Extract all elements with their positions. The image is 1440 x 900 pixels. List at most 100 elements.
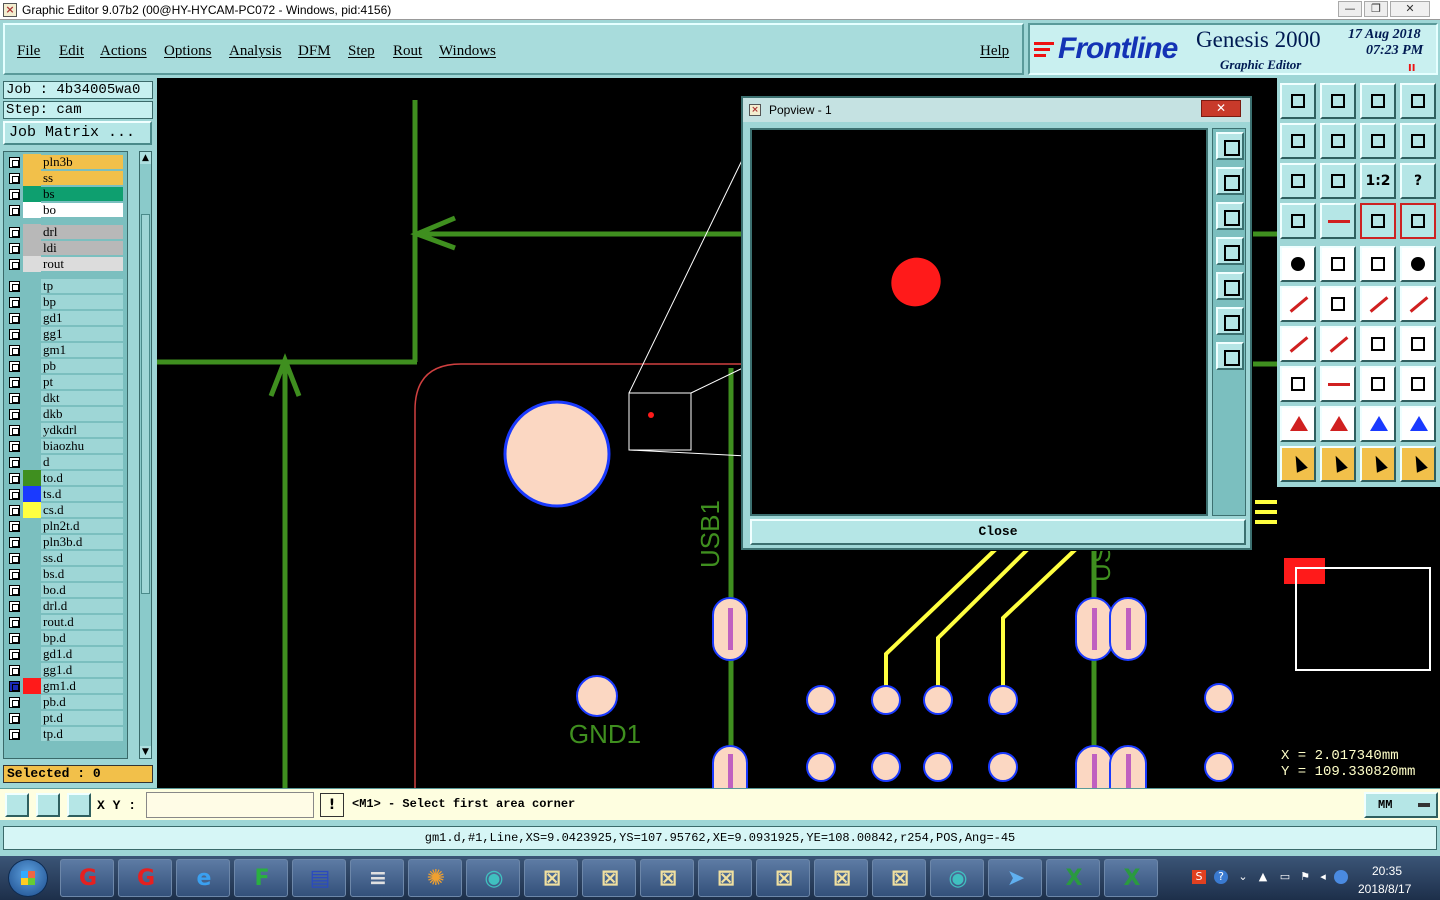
smd-pad[interactable] bbox=[806, 685, 836, 715]
start-button[interactable] bbox=[8, 859, 48, 897]
color-rect-icon[interactable] bbox=[1320, 246, 1356, 282]
dot-line-icon[interactable] bbox=[1360, 286, 1396, 322]
clock-time[interactable]: 20:35 bbox=[1372, 864, 1402, 878]
smd-pad[interactable] bbox=[1204, 683, 1234, 713]
layer-checkbox[interactable] bbox=[9, 473, 20, 484]
layer-row[interactable]: drl bbox=[4, 224, 127, 240]
taskbar-button[interactable]: G bbox=[118, 859, 172, 897]
layer-checkbox[interactable] bbox=[9, 377, 20, 388]
flip-icon[interactable] bbox=[1360, 123, 1396, 159]
app-tray-icon[interactable] bbox=[1334, 870, 1348, 884]
layer-checkbox[interactable] bbox=[9, 441, 20, 452]
black-circle-icon[interactable] bbox=[1400, 246, 1436, 282]
pointer-frame-icon[interactable] bbox=[1320, 446, 1356, 482]
layer-checkbox[interactable] bbox=[9, 345, 20, 356]
layer-row[interactable]: gd1 bbox=[4, 310, 127, 326]
menu-file[interactable]: File bbox=[17, 43, 40, 60]
layer-checkbox[interactable] bbox=[9, 649, 20, 660]
red-probe-icon[interactable] bbox=[1320, 203, 1356, 239]
layer-checkbox[interactable] bbox=[9, 633, 20, 644]
layer-checkbox[interactable] bbox=[9, 665, 20, 676]
horizontal-line-icon[interactable] bbox=[1320, 366, 1356, 402]
taskbar-button[interactable]: ➤ bbox=[988, 859, 1042, 897]
smd-pad[interactable] bbox=[988, 752, 1018, 782]
scroll-thumb[interactable] bbox=[141, 214, 150, 594]
taskbar-button[interactable]: ⊠ bbox=[524, 859, 578, 897]
volume-icon[interactable]: ◂ bbox=[1316, 870, 1330, 884]
layer-checkbox[interactable] bbox=[9, 157, 20, 168]
layer-checkbox[interactable] bbox=[9, 425, 20, 436]
layer-row[interactable]: bs.d bbox=[4, 566, 127, 582]
layer-checkbox[interactable] bbox=[9, 617, 20, 628]
snap-icon[interactable] bbox=[5, 793, 29, 817]
job-matrix-button[interactable]: Job Matrix ... bbox=[3, 121, 152, 145]
select-pad-icon[interactable] bbox=[1280, 246, 1316, 282]
layer-checkbox[interactable] bbox=[9, 393, 20, 404]
box-pad-icon[interactable] bbox=[1280, 366, 1316, 402]
popview-close-button[interactable]: Close bbox=[750, 519, 1246, 545]
grid-icon[interactable] bbox=[67, 793, 91, 817]
taskbar-button[interactable]: e bbox=[176, 859, 230, 897]
taskbar-button[interactable]: ⊠ bbox=[814, 859, 868, 897]
taskbar-button[interactable]: ◉ bbox=[466, 859, 520, 897]
triangle-small-icon[interactable] bbox=[1280, 406, 1316, 442]
smd-pad[interactable] bbox=[923, 752, 953, 782]
layer-checkbox[interactable] bbox=[9, 585, 20, 596]
menu-analysis[interactable]: Analysis bbox=[229, 43, 282, 60]
layer-checkbox[interactable] bbox=[9, 329, 20, 340]
taskbar-button[interactable]: ▤ bbox=[292, 859, 346, 897]
pointer-circle-icon[interactable] bbox=[1360, 446, 1396, 482]
layer-checkbox[interactable] bbox=[9, 537, 20, 548]
tray-expand-icon[interactable]: ▲ bbox=[1256, 870, 1270, 884]
menu-step[interactable]: Step bbox=[348, 43, 375, 60]
taskbar-button[interactable]: G bbox=[60, 859, 114, 897]
layer-row[interactable]: rout bbox=[4, 256, 127, 272]
layer-row[interactable]: rout.d bbox=[4, 614, 127, 630]
ime-icon[interactable]: S bbox=[1192, 870, 1206, 884]
taskbar-button[interactable]: ≡ bbox=[350, 859, 404, 897]
measure-icon[interactable] bbox=[36, 793, 60, 817]
move-right-icon[interactable] bbox=[1320, 123, 1356, 159]
help-icon[interactable]: ? bbox=[1400, 163, 1436, 199]
triangle-red-icon[interactable] bbox=[1320, 406, 1356, 442]
menu-rout[interactable]: Rout bbox=[393, 43, 422, 60]
xy-input[interactable] bbox=[146, 792, 314, 818]
smd-pad[interactable] bbox=[988, 685, 1018, 715]
path-icon[interactable] bbox=[1400, 446, 1436, 482]
popview-center-icon[interactable] bbox=[1216, 342, 1244, 370]
minimap[interactable] bbox=[1277, 485, 1440, 740]
menu-help[interactable]: Help bbox=[980, 43, 1009, 60]
dot-line-2-icon[interactable] bbox=[1400, 286, 1436, 322]
layer-row[interactable]: tp bbox=[4, 278, 127, 294]
smd-pad[interactable] bbox=[1204, 752, 1234, 782]
layer-row[interactable]: pln2t.d bbox=[4, 518, 127, 534]
layer-row[interactable]: gm1 bbox=[4, 342, 127, 358]
move-down-icon[interactable] bbox=[1320, 83, 1356, 119]
taskbar-button[interactable]: F bbox=[234, 859, 288, 897]
taskbar-button[interactable]: ⊠ bbox=[872, 859, 926, 897]
layer-checkbox[interactable] bbox=[9, 729, 20, 740]
smd-pad[interactable] bbox=[923, 685, 953, 715]
layer-row[interactable]: bp.d bbox=[4, 630, 127, 646]
slant-line-icon[interactable] bbox=[1320, 326, 1356, 362]
layer-checkbox[interactable] bbox=[9, 281, 20, 292]
minimap-viewport[interactable] bbox=[1295, 567, 1431, 671]
cross-icon[interactable] bbox=[1320, 286, 1356, 322]
dimension-icon[interactable] bbox=[1360, 366, 1396, 402]
taskbar-button[interactable]: ⊠ bbox=[640, 859, 694, 897]
menu-actions[interactable]: Actions bbox=[100, 43, 147, 60]
layer-checkbox[interactable] bbox=[9, 553, 20, 564]
fit-all-icon[interactable] bbox=[1320, 163, 1356, 199]
layer-checkbox[interactable] bbox=[9, 697, 20, 708]
taskbar-button[interactable]: ⊠ bbox=[582, 859, 636, 897]
angle-icon[interactable] bbox=[1280, 326, 1316, 362]
layer-row[interactable]: drl.d bbox=[4, 598, 127, 614]
layer-row[interactable]: to.d bbox=[4, 470, 127, 486]
layers-red-2-icon[interactable] bbox=[1400, 203, 1436, 239]
menu-windows[interactable]: Windows bbox=[439, 43, 496, 60]
layer-checkbox[interactable] bbox=[9, 189, 20, 200]
layer-checkbox[interactable] bbox=[9, 713, 20, 724]
layer-checkbox[interactable] bbox=[9, 173, 20, 184]
restore-button[interactable]: ❐ bbox=[1364, 1, 1388, 17]
ruler-icon[interactable] bbox=[1360, 246, 1396, 282]
